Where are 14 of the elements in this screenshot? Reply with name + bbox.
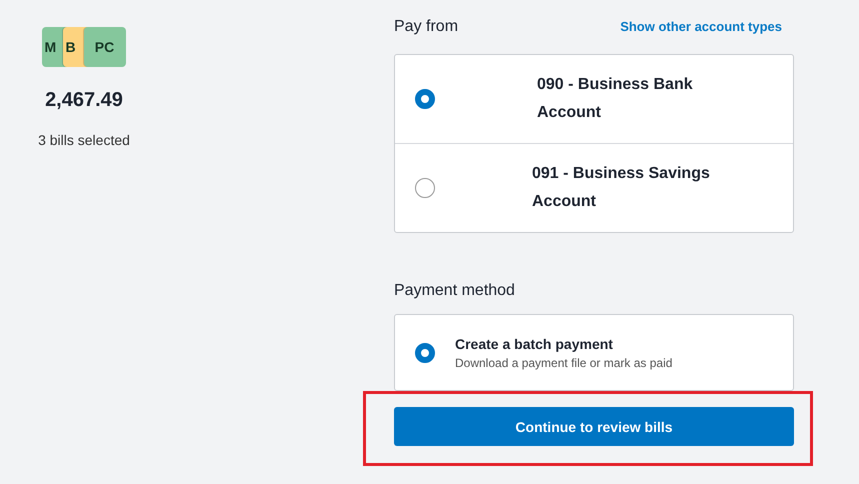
radio-button[interactable] <box>415 178 435 198</box>
option-title: Create a batch payment <box>455 336 614 352</box>
radio-button[interactable] <box>415 89 435 109</box>
bills-count: 3 bills selected <box>38 132 130 148</box>
total-amount: 2,467.49 <box>45 89 123 112</box>
account-option[interactable]: 090 - Business Bank Account <box>395 55 793 144</box>
account-types-link[interactable]: Show other account types <box>620 19 782 34</box>
radio-button[interactable] <box>415 342 435 362</box>
option-description: Download a payment file or mark as paid <box>455 356 672 370</box>
continue-button[interactable]: Continue to review bills <box>394 407 794 446</box>
section-title: Payment method <box>394 282 515 300</box>
account-option[interactable]: 091 - Business Savings Account <box>395 144 793 232</box>
contact-avatar: PC <box>84 27 126 67</box>
section-title: Pay from <box>394 18 458 36</box>
